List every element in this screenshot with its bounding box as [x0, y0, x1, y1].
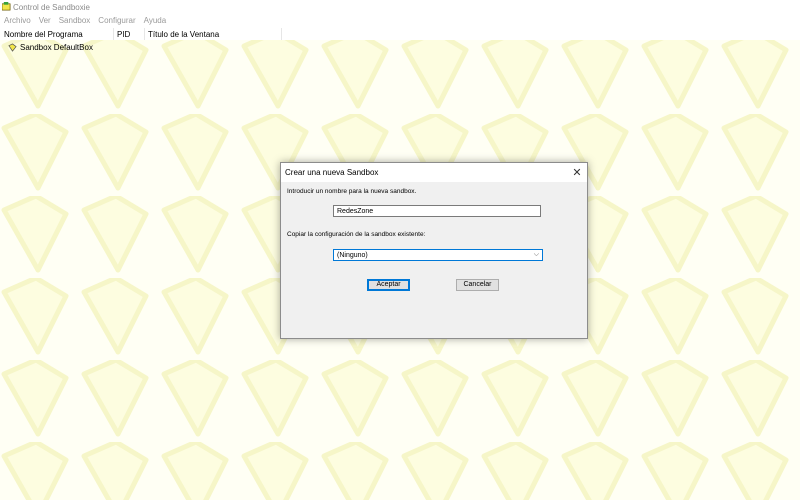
- column-pid[interactable]: PID: [117, 30, 130, 39]
- sandbox-tree-item[interactable]: Sandbox DefaultBox: [8, 43, 93, 52]
- new-sandbox-dialog: Crear una nueva Sandbox ✕ Introducir un …: [280, 162, 588, 339]
- menu-archivo[interactable]: Archivo: [0, 16, 35, 25]
- column-divider[interactable]: [144, 28, 145, 40]
- column-divider[interactable]: [113, 28, 114, 40]
- menu-bar: Archivo Ver Sandbox Configurar Ayuda: [0, 14, 800, 27]
- sandbox-icon: [8, 43, 17, 52]
- copy-config-label: Copiar la configuración de la sandbox ex…: [287, 231, 426, 238]
- cancel-button[interactable]: Cancelar: [456, 279, 499, 291]
- dialog-titlebar: Crear una nueva Sandbox ✕: [281, 163, 587, 182]
- menu-configurar[interactable]: Configurar: [94, 16, 139, 25]
- copy-config-value: (Ninguno): [337, 252, 368, 259]
- menu-sandbox[interactable]: Sandbox: [55, 16, 95, 25]
- menu-ayuda[interactable]: Ayuda: [140, 16, 171, 25]
- sandbox-name-input[interactable]: RedesZone: [333, 205, 541, 217]
- sandbox-label: Sandbox DefaultBox: [20, 43, 93, 52]
- window-title: Control de Sandboxie: [13, 3, 90, 12]
- accept-button[interactable]: Aceptar: [367, 279, 410, 291]
- column-window-title[interactable]: Título de la Ventana: [148, 30, 219, 39]
- column-header: Nombre del Programa PID Título de la Ven…: [0, 28, 800, 40]
- sandboxie-icon: [2, 2, 11, 11]
- dialog-title: Crear una nueva Sandbox: [285, 168, 379, 177]
- chevron-down-icon: ⌵: [533, 251, 539, 258]
- name-prompt-label: Introducir un nombre para la nueva sandb…: [287, 188, 417, 195]
- column-program-name[interactable]: Nombre del Programa: [4, 30, 83, 39]
- copy-config-select[interactable]: (Ninguno) ⌵: [333, 249, 543, 261]
- column-divider[interactable]: [281, 28, 282, 40]
- app-titlebar: Control de Sandboxie: [0, 0, 800, 14]
- menu-ver[interactable]: Ver: [35, 16, 55, 25]
- close-icon[interactable]: ✕: [571, 166, 583, 179]
